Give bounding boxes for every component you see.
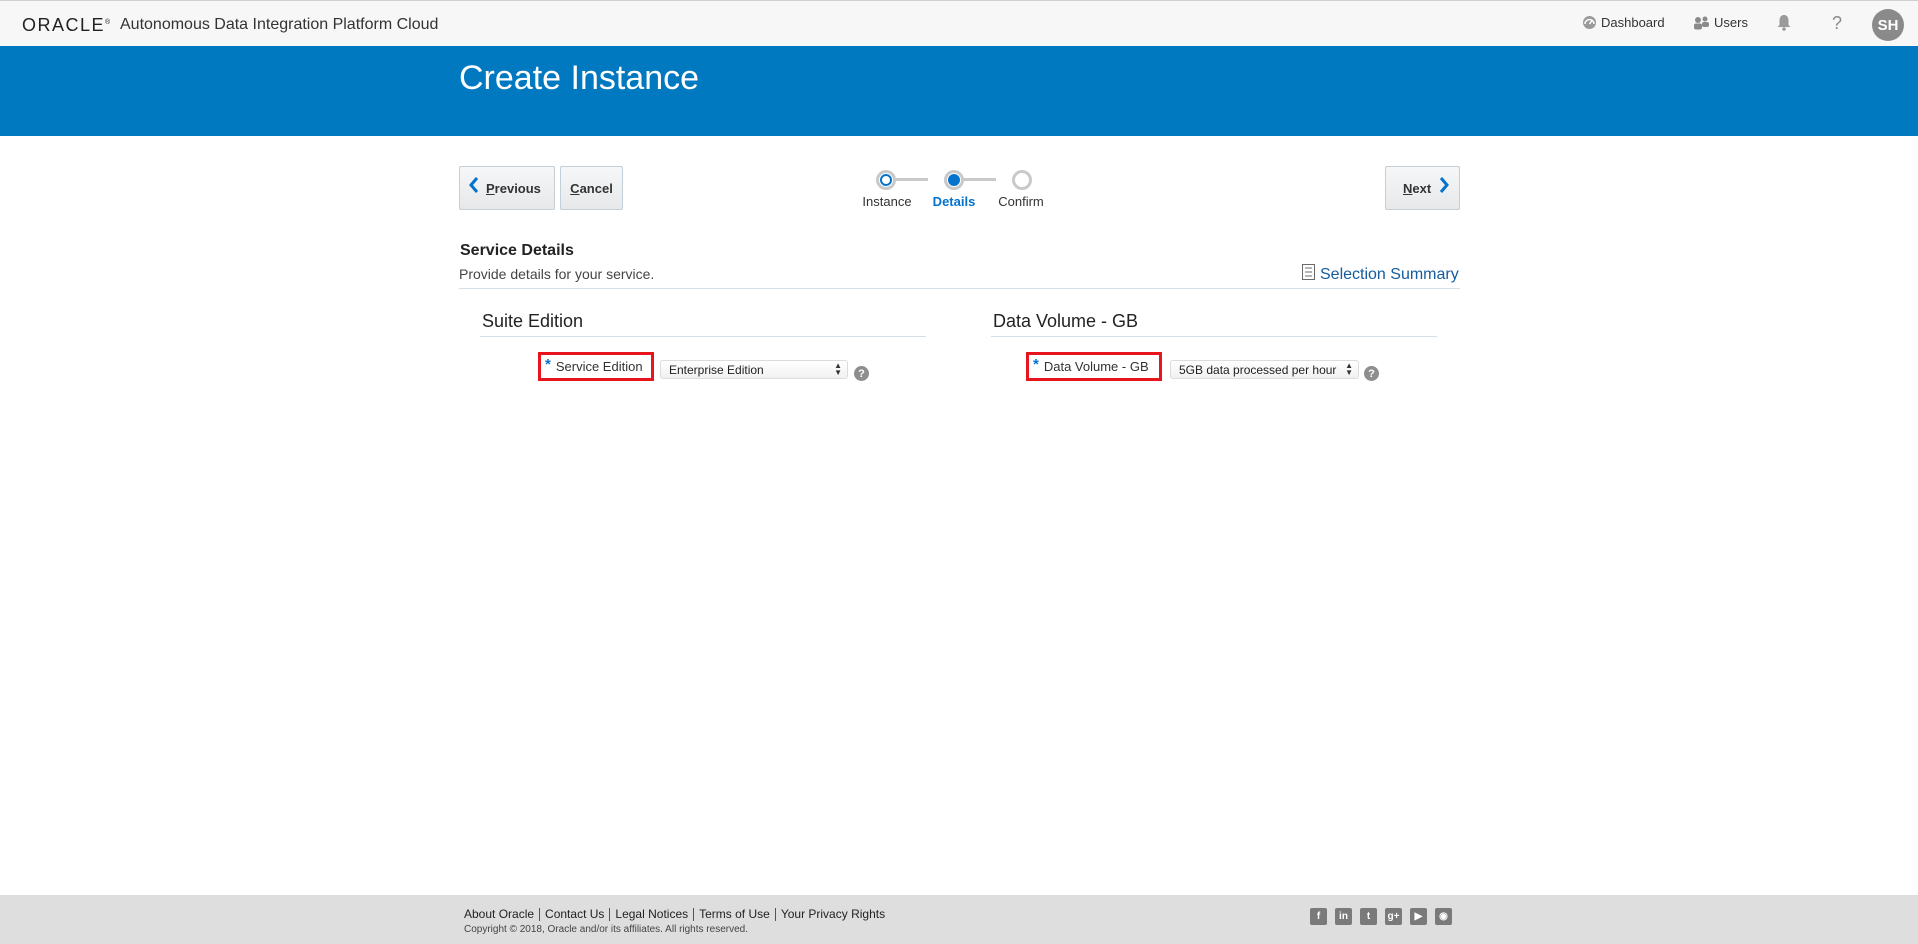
user-avatar[interactable]: SH xyxy=(1872,9,1904,41)
top-bar: ORACLE® Autonomous Data Integration Plat… xyxy=(0,0,1918,46)
previous-label: Previous xyxy=(486,180,541,196)
footer-link-contact[interactable]: Contact Us xyxy=(545,907,604,921)
select-arrows-icon: ▲ ▼ xyxy=(834,361,842,377)
oracle-logo[interactable]: ORACLE® xyxy=(22,15,110,36)
step-instance-indicator[interactable] xyxy=(876,170,896,190)
logo-text: ORACLE xyxy=(22,15,106,35)
summary-list-icon xyxy=(1302,264,1315,285)
page-header: Create Instance xyxy=(0,46,1918,136)
google-plus-icon[interactable]: g+ xyxy=(1385,908,1402,925)
select-arrows-icon: ▲ ▼ xyxy=(1345,361,1353,377)
twitter-icon[interactable]: t xyxy=(1360,908,1377,925)
step-instance-label[interactable]: Instance xyxy=(862,194,911,209)
section-divider xyxy=(459,288,1460,289)
users-icon xyxy=(1693,15,1710,30)
section-description: Provide details for your service. xyxy=(459,266,655,282)
service-edition-value: Enterprise Edition xyxy=(669,362,764,377)
data-volume-value: 5GB data processed per hour xyxy=(1179,362,1337,377)
summary-link-label: Selection Summary xyxy=(1320,265,1459,283)
dashboard-icon xyxy=(1582,15,1597,30)
footer-link-terms[interactable]: Terms of Use xyxy=(699,907,770,921)
data-volume-heading: Data Volume - GB xyxy=(993,311,1139,331)
dashboard-link[interactable]: Dashboard xyxy=(1582,15,1665,30)
facebook-icon[interactable]: f xyxy=(1310,908,1327,925)
step-details-indicator xyxy=(944,170,964,190)
service-edition-select[interactable]: Enterprise Edition ▲ ▼ xyxy=(660,360,848,379)
youtube-icon[interactable]: ▶ xyxy=(1410,908,1427,925)
question-icon: ? xyxy=(1832,13,1843,33)
group-divider xyxy=(480,336,926,337)
data-volume-select[interactable]: 5GB data processed per hour ▲ ▼ xyxy=(1170,360,1359,379)
avatar-initials: SH xyxy=(1877,16,1899,34)
rss-icon[interactable]: ◉ xyxy=(1435,908,1452,925)
app-title: Autonomous Data Integration Platform Clo… xyxy=(120,16,439,33)
copyright-text: Copyright © 2018, Oracle and/or its affi… xyxy=(464,924,748,935)
service-edition-label: * Service Edition xyxy=(538,352,654,381)
linkedin-icon[interactable]: in xyxy=(1335,908,1352,925)
step-confirm-label[interactable]: Confirm xyxy=(998,194,1044,209)
dashboard-label: Dashboard xyxy=(1601,15,1665,30)
required-asterisk: * xyxy=(1033,356,1039,373)
group-divider xyxy=(991,336,1437,337)
cancel-button[interactable]: Cancel xyxy=(560,166,623,210)
service-edition-help-icon[interactable]: ? xyxy=(854,366,869,381)
bell-icon xyxy=(1776,14,1792,31)
step-train: Instance Details Confirm xyxy=(860,168,1060,209)
users-link[interactable]: Users xyxy=(1693,15,1748,30)
step-confirm-indicator[interactable] xyxy=(1012,170,1032,190)
footer-link-legal[interactable]: Legal Notices xyxy=(615,907,688,921)
notifications-button[interactable] xyxy=(1776,14,1792,31)
footer-link-privacy[interactable]: Your Privacy Rights xyxy=(781,907,885,921)
data-volume-label-text: Data Volume - GB xyxy=(1043,359,1149,374)
footer: About Oracle Contact Us Legal Notices Te… xyxy=(0,895,1918,944)
section-title: Service Details xyxy=(460,242,574,259)
data-volume-label: * Data Volume - GB xyxy=(1026,352,1162,381)
chevron-left-icon xyxy=(468,176,480,200)
footer-link-about[interactable]: About Oracle xyxy=(464,907,534,921)
users-label: Users xyxy=(1714,15,1748,30)
footer-links: About Oracle Contact Us Legal Notices Te… xyxy=(464,907,885,921)
social-icons: f in t g+ ▶ ◉ xyxy=(1310,908,1452,925)
previous-button[interactable]: Previous xyxy=(459,166,555,210)
page-title: Create Instance xyxy=(459,59,700,97)
step-details-label: Details xyxy=(932,194,976,209)
chevron-right-icon xyxy=(1438,176,1450,200)
data-volume-help-icon[interactable]: ? xyxy=(1364,366,1379,381)
suite-edition-heading: Suite Edition xyxy=(482,311,584,331)
next-label: Next xyxy=(1403,180,1432,196)
service-edition-label-text: Service Edition xyxy=(555,359,643,374)
required-asterisk: * xyxy=(545,356,551,373)
cancel-label: Cancel xyxy=(570,180,613,196)
selection-summary-link[interactable]: Selection Summary xyxy=(1302,264,1459,285)
help-button[interactable]: ? xyxy=(1832,13,1842,34)
next-button[interactable]: Next xyxy=(1385,166,1460,210)
